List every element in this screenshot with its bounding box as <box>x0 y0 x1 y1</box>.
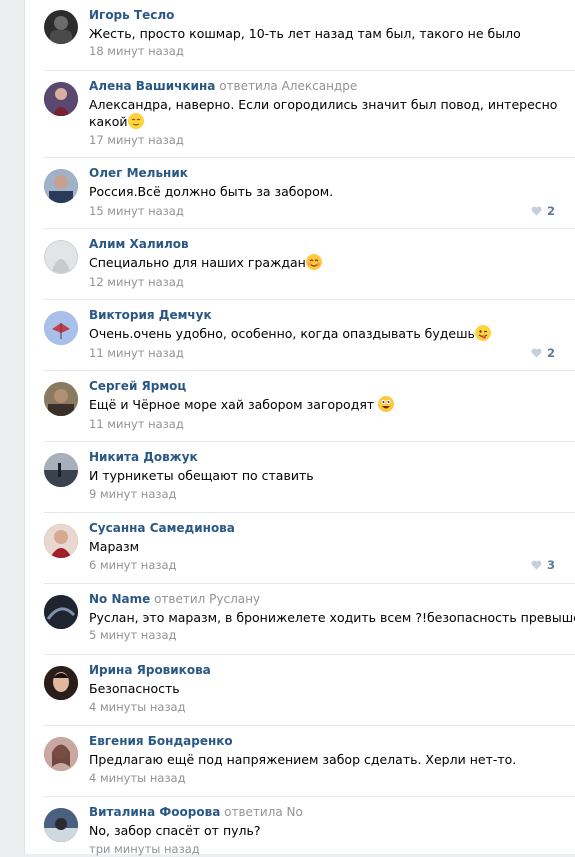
like-button[interactable]: 2 <box>531 345 555 361</box>
avatar[interactable] <box>44 82 78 116</box>
comment-item: Евгения Бондаренко Предлагаю ещё под нап… <box>25 726 575 797</box>
avatar[interactable] <box>44 737 78 771</box>
avatar[interactable] <box>44 311 78 345</box>
comment-time[interactable]: 18 минут назад <box>89 43 184 59</box>
comment-item: No Name ответил Руслану Руслан, это мара… <box>25 584 575 655</box>
comment-text: Александра, наверно. Если огородились зн… <box>89 97 558 129</box>
comment-author[interactable]: Сусанна Самединова <box>89 521 235 535</box>
like-button[interactable]: 2 <box>531 203 555 219</box>
comment-text: И турникеты обещают по ставить <box>89 468 314 483</box>
comment-time[interactable]: 11 минут назад <box>89 345 184 361</box>
comment-item: Сергей Ярмоц Ещё и Чёрное море хай забор… <box>25 371 575 442</box>
avatar[interactable] <box>44 453 78 487</box>
comment-item: Игорь Тесло Жесть, просто кошмар, 10-ть … <box>25 0 575 71</box>
like-count: 2 <box>546 204 555 218</box>
comment-time[interactable]: 4 минуты назад <box>89 770 186 786</box>
like-count: 2 <box>546 346 555 360</box>
smile-emoji <box>305 254 322 270</box>
comment-author[interactable]: Алена Вашичкина <box>89 79 215 93</box>
heart-icon <box>531 560 542 570</box>
comment-text: Россия.Всё должно быть за забором. <box>89 184 334 199</box>
comment-text: Безопасность <box>89 681 180 696</box>
comment-item: Ирина Яровикова Безопасность 4 минуты на… <box>25 655 575 726</box>
grin-emoji <box>378 396 395 412</box>
comment-text: Предлагаю ещё под напряжением забор сдел… <box>89 752 517 767</box>
comment-item: Виктория Демчук Очень.очень удобно, особ… <box>25 300 575 371</box>
comment-author[interactable]: Ирина Яровикова <box>89 663 211 677</box>
comment-author[interactable]: Виктория Демчук <box>89 308 212 322</box>
comment-time[interactable]: 12 минут назад <box>89 274 184 290</box>
like-count: 3 <box>546 558 555 572</box>
comment-text: Жесть, просто кошмар, 10-ть лет назад та… <box>89 26 521 41</box>
comment-time[interactable]: 5 минут назад <box>89 627 176 643</box>
comment-time[interactable]: 17 минут назад <box>89 132 184 148</box>
avatar[interactable] <box>44 382 78 416</box>
like-button[interactable]: 3 <box>531 557 555 573</box>
comment-item: Сусанна Самединова Маразм 6 минут назад … <box>25 513 575 584</box>
comment-text: Очень.очень удобно, особенно, когда опаз… <box>89 325 549 342</box>
avatar[interactable] <box>44 808 78 842</box>
comment-item: Алена Вашичкина ответила Александре Алек… <box>25 71 575 158</box>
comment-author[interactable]: Виталина Фоорова <box>89 805 220 819</box>
avatar[interactable] <box>44 169 78 203</box>
avatar[interactable] <box>44 240 78 274</box>
heart-icon <box>531 206 542 216</box>
avatar[interactable] <box>44 595 78 629</box>
comment-text: No, забор спасёт от пуль? <box>89 823 261 838</box>
comment-item: Никита Довжук И турникеты обещают по ста… <box>25 442 575 513</box>
reply-to[interactable]: ответила Александре <box>219 79 357 93</box>
comment-time[interactable]: 11 минут назад <box>89 416 184 432</box>
heart-icon <box>531 348 542 358</box>
comment-item: Виталина Фоорова ответила No No, забор с… <box>25 797 575 857</box>
comment-author[interactable]: Игорь Тесло <box>89 8 174 22</box>
comment-author[interactable]: Никита Довжук <box>89 450 198 464</box>
relieved-emoji <box>127 113 144 129</box>
comment-text: Руслан, это маразм, в бронижелете ходить… <box>89 610 575 625</box>
comment-author[interactable]: Олег Мельник <box>89 166 188 180</box>
comment-text: Маразм <box>89 539 140 554</box>
comment-author[interactable]: Алим Халилов <box>89 237 189 251</box>
comment-author[interactable]: Евгения Бондаренко <box>89 734 233 748</box>
comment-time[interactable]: 4 минуты назад <box>89 699 186 715</box>
comment-time[interactable]: 9 минут назад <box>89 486 176 502</box>
wink-tongue-emoji <box>474 325 491 341</box>
comment-time[interactable]: 6 минут назад <box>89 557 176 573</box>
avatar[interactable] <box>44 524 78 558</box>
comment-text: Ещё и Чёрное море хай забором загородят <box>89 396 549 413</box>
comment-time[interactable]: 15 минут назад <box>89 203 184 219</box>
comments-feed: Игорь Тесло Жесть, просто кошмар, 10-ть … <box>24 0 575 857</box>
comment-item: Олег Мельник Россия.Всё должно быть за з… <box>25 158 575 229</box>
comment-text: Специально для наших граждан <box>89 254 549 271</box>
comment-time[interactable]: три минуты назад <box>89 841 200 857</box>
avatar[interactable] <box>44 10 78 44</box>
comment-item: Алим Халилов Специально для наших гражда… <box>25 229 575 300</box>
comment-author[interactable]: Сергей Ярмоц <box>89 379 186 393</box>
reply-to[interactable]: ответил Руслану <box>154 592 260 606</box>
comment-author[interactable]: No Name <box>89 592 150 606</box>
avatar[interactable] <box>44 666 78 700</box>
reply-to[interactable]: ответила No <box>224 805 303 819</box>
